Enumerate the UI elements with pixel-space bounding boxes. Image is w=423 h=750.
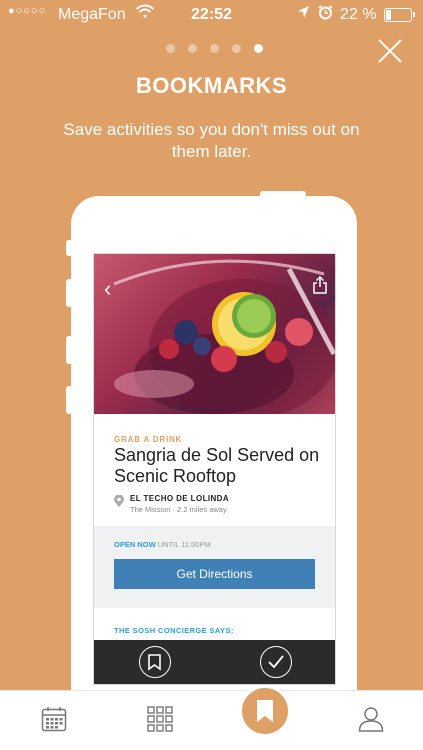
back-icon[interactable]: ‹ — [104, 276, 111, 302]
checkmark-icon — [268, 655, 284, 669]
neighborhood: The Mission — [130, 505, 171, 514]
location-arrow-icon — [297, 5, 310, 24]
phone-mockup: ‹ GRAB A DRINK Sangria de Sol Served on … — [66, 191, 357, 716]
close-icon[interactable] — [376, 37, 404, 65]
tab-bar — [0, 685, 423, 750]
profile-icon — [358, 707, 384, 732]
opening-hours: OPEN NOW UNTIL 11:00PM — [114, 540, 211, 549]
calendar-icon — [41, 707, 67, 732]
phone-power-button — [260, 191, 306, 197]
page-dot — [254, 44, 263, 53]
alarm-icon — [318, 5, 333, 25]
phone-volume-extra — [66, 386, 72, 414]
page-subtitle: Save activities so you don't miss out on… — [63, 120, 360, 161]
tab-calendar[interactable] — [34, 699, 74, 739]
page-title: BOOKMARKS — [135, 73, 288, 98]
phone-screen: ‹ GRAB A DRINK Sangria de Sol Served on … — [93, 253, 336, 685]
open-until: UNTIL 11:00PM — [157, 540, 211, 549]
event-info-panel: OPEN NOW UNTIL 11:00PM Get Directions — [94, 526, 335, 608]
bookmark-icon — [148, 654, 161, 671]
sangria-illustration — [113, 259, 335, 414]
get-directions-button[interactable]: Get Directions — [114, 559, 315, 589]
page-indicator — [166, 44, 263, 53]
page-dot — [166, 44, 175, 53]
page-dot — [210, 44, 219, 53]
location-pin-icon — [114, 494, 124, 513]
share-icon[interactable] — [313, 275, 327, 299]
concierge-heading: THE SOSH CONCIERGE SAYS: — [114, 626, 234, 635]
status-bar: ●○○○○ MegaFon 22:52 22 % — [0, 0, 423, 30]
distance: · 2.2 miles away — [172, 505, 227, 514]
battery-percent: 22 % — [340, 6, 377, 23]
open-status: OPEN NOW — [114, 540, 156, 549]
event-category: GRAB A DRINK — [114, 435, 183, 444]
page-dot — [188, 44, 197, 53]
phone-volume-down — [66, 336, 72, 364]
bookmark-action-button[interactable] — [139, 646, 171, 678]
phone-volume-up — [66, 279, 72, 307]
phone-mute-switch — [66, 240, 72, 256]
sangria-photo: ‹ — [94, 254, 335, 414]
tab-browse[interactable] — [140, 699, 180, 739]
tab-bookmarks[interactable] — [239, 685, 291, 737]
grid-icon — [147, 706, 173, 732]
tab-profile[interactable] — [351, 699, 391, 739]
bookmark-icon — [257, 700, 273, 722]
venue-name: EL TECHO DE LOLINDA — [130, 494, 230, 503]
battery-icon — [384, 8, 415, 22]
page-dot — [232, 44, 241, 53]
battery-level — [386, 10, 392, 20]
event-title: Sangria de Sol Served on Scenic Rooftop — [114, 445, 320, 486]
venue-location: The Mission · 2.2 miles away — [130, 505, 227, 514]
action-bar — [94, 640, 335, 684]
done-action-button[interactable] — [260, 646, 292, 678]
